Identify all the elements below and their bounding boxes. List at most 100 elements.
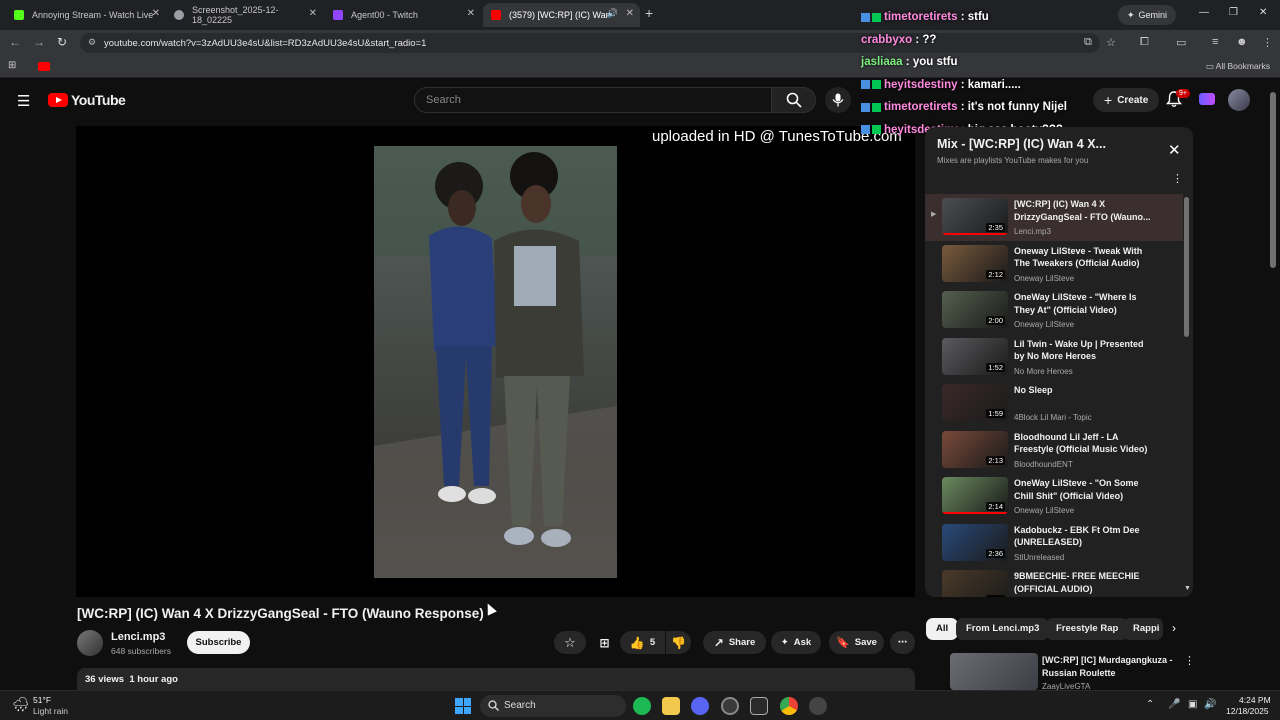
save-button[interactable]: 🔖 Save xyxy=(829,631,884,654)
tray-chevron-icon[interactable]: ⌃ xyxy=(1146,699,1154,710)
hamburger-menu-icon[interactable]: ☰ xyxy=(17,92,30,110)
mix-item[interactable]: 2:13 Bloodhound Lil Jeff - LA Freestyle (… xyxy=(925,427,1183,474)
tab-kick[interactable]: Annoying Stream - Watch Live ✕ xyxy=(6,3,166,27)
premium-icon[interactable] xyxy=(1199,93,1215,105)
chip-freestyle-rap[interactable]: Freestyle Rap xyxy=(1046,618,1129,640)
search-input[interactable]: Search xyxy=(414,87,772,113)
apps-grid-icon[interactable]: ⊞ xyxy=(8,60,16,71)
volume-icon[interactable]: 🔊 xyxy=(1204,699,1216,710)
microphone-tray-icon[interactable]: 🎤 xyxy=(1168,699,1180,710)
mix-item[interactable]: 1:59 No Sleep 4Block Lil Mari - Topic xyxy=(925,380,1183,427)
ask-button[interactable]: ✦ Ask xyxy=(771,631,821,654)
more-vert-icon[interactable]: ⋮ xyxy=(1172,172,1183,185)
mix-item-title[interactable]: Lil Twin - Wake Up | Presented by No Mor… xyxy=(1014,338,1156,363)
close-icon[interactable]: ✕ xyxy=(467,8,475,19)
spotify-icon[interactable] xyxy=(633,697,651,715)
maximize-icon[interactable]: ❐ xyxy=(1229,7,1238,18)
file-explorer-icon[interactable] xyxy=(662,697,680,715)
share-button[interactable]: ↗ Share xyxy=(703,631,766,654)
epic-games-icon[interactable] xyxy=(750,697,768,715)
mix-item[interactable]: 1:52 Lil Twin - Wake Up | Presented by No… xyxy=(925,334,1183,381)
chevron-right-icon[interactable]: › xyxy=(1172,621,1176,635)
close-icon[interactable]: ✕ xyxy=(152,8,160,19)
close-icon[interactable]: ✕ xyxy=(1168,141,1181,159)
more-actions-button[interactable]: ⋯ xyxy=(890,631,915,654)
chat-username[interactable]: timetoretirets xyxy=(884,101,958,113)
mix-item-title[interactable]: OneWay LilSteve - "On Some Chill Shit" (… xyxy=(1014,477,1156,502)
reload-icon[interactable]: ↻ xyxy=(57,35,67,49)
media-icon[interactable]: ≡ xyxy=(1212,36,1218,48)
chat-username[interactable]: timetoretirets xyxy=(884,11,958,23)
voice-search-button[interactable] xyxy=(825,87,851,113)
mix-item[interactable]: 2:36 Kadobuckz - EBK Ft Otm Dee (UNRELEAS… xyxy=(925,520,1183,567)
profile-icon[interactable]: ☻ xyxy=(1236,36,1248,48)
new-tab-button[interactable]: + xyxy=(645,5,653,21)
mix-item-title[interactable]: OneWay LilSteve - "Where Is They At" (Of… xyxy=(1014,291,1156,316)
windows-start-icon[interactable] xyxy=(455,698,471,714)
recommended-item[interactable]: [WC:RP] [IC] Murdagangkuza - Russian Rou… xyxy=(925,650,1193,691)
weather-rain-icon[interactable]: 🌧 xyxy=(12,696,30,713)
video-thumbnail[interactable]: 1:52 xyxy=(942,337,1008,375)
youtube-logo[interactable]: YouTube xyxy=(48,92,126,108)
youtube-bookmark-icon[interactable] xyxy=(38,62,50,71)
mix-title[interactable]: Mix - [WC:RP] (IC) Wan 4 X... xyxy=(937,137,1106,151)
mix-item-title[interactable]: Kadobuckz - EBK Ft Otm Dee (UNRELEASED) xyxy=(1014,524,1156,549)
mix-scrollbar[interactable] xyxy=(1184,197,1189,337)
gemini-button[interactable]: ✦ Gemini xyxy=(1118,5,1177,25)
site-info-icon[interactable]: ⚙ xyxy=(88,37,96,48)
tab-youtube[interactable]: (3579) [WC:RP] (IC) Wan 4 X 🔊 ✕ xyxy=(483,3,640,27)
mix-item-title[interactable]: Oneway LilSteve - Tweak With The Tweaker… xyxy=(1014,245,1156,270)
grid-button[interactable]: ⊞ xyxy=(591,631,618,654)
description-box[interactable]: 36 views 1 hour ago xyxy=(77,668,915,690)
video-thumbnail[interactable]: 2:13 xyxy=(942,430,1008,468)
video-thumbnail[interactable]: 2:14 xyxy=(942,477,1008,514)
chat-username[interactable]: heyitsdestiny xyxy=(884,79,958,91)
account-avatar[interactable] xyxy=(1228,89,1250,111)
clock-time[interactable]: 4:24 PM xyxy=(1239,695,1271,705)
search-button[interactable] xyxy=(771,87,816,113)
mix-item-title[interactable]: [WC:RP] (IC) Wan 4 X DrizzyGangSeal - FT… xyxy=(1014,198,1156,223)
chrome-icon[interactable] xyxy=(780,697,798,715)
video-thumbnail[interactable]: 2:00 xyxy=(942,291,1008,328)
mix-item[interactable]: 1:59 9BMEECHIE- FREE MEECHIE (OFFICIAL AU… xyxy=(925,566,1183,597)
network-icon[interactable]: ▣ xyxy=(1188,699,1197,710)
star-button[interactable]: ☆ xyxy=(554,631,586,654)
video-thumbnail[interactable]: 1:59 xyxy=(942,570,1008,597)
chip-rapping[interactable]: Rappi xyxy=(1123,618,1163,640)
close-icon[interactable]: ✕ xyxy=(626,8,634,19)
discord-icon[interactable] xyxy=(691,697,709,715)
close-icon[interactable]: ✕ xyxy=(309,8,317,19)
chat-username[interactable]: crabbyxo xyxy=(861,34,912,46)
mix-item-title[interactable]: Bloodhound Lil Jeff - LA Freestyle (Offi… xyxy=(1014,431,1156,456)
mix-item-title[interactable]: 9BMEECHIE- FREE MEECHIE (OFFICIAL AUDIO) xyxy=(1014,570,1156,595)
all-bookmarks-button[interactable]: ▭ All Bookmarks xyxy=(1206,61,1270,72)
channel-name[interactable]: Lenci.mp3 xyxy=(111,631,165,643)
like-button[interactable]: 👍 5 xyxy=(620,631,665,654)
video-thumbnail[interactable]: 2:36 xyxy=(942,523,1008,561)
close-window-icon[interactable]: ✕ xyxy=(1259,7,1267,18)
dislike-button[interactable]: 👎 xyxy=(666,631,691,654)
video-thumbnail[interactable]: 2:35 xyxy=(942,198,1008,235)
tab-twitch[interactable]: Agent00 - Twitch ✕ xyxy=(325,3,481,27)
tab-screenshot[interactable]: Screenshot_2025-12-18_02225 ✕ xyxy=(166,3,323,27)
scroll-down-icon[interactable]: ▼ xyxy=(1184,585,1191,592)
chip-all[interactable]: All xyxy=(926,618,959,640)
app-icon[interactable] xyxy=(809,697,827,715)
channel-avatar[interactable] xyxy=(77,630,103,656)
mix-item[interactable]: ▶ 2:35 [WC:RP] (IC) Wan 4 X DrizzyGangSeal… xyxy=(925,194,1183,241)
speaker-icon[interactable]: 🔊 xyxy=(607,8,618,19)
back-icon[interactable]: ← xyxy=(9,35,21,49)
video-thumbnail[interactable]: 2:12 xyxy=(942,244,1008,282)
video-thumbnail[interactable]: 1:59 xyxy=(942,384,1008,421)
mix-item[interactable]: 2:00 OneWay LilSteve - "Where Is They At"… xyxy=(925,287,1183,334)
subscribe-button[interactable]: Subscribe xyxy=(187,631,250,654)
minimize-icon[interactable]: — xyxy=(1199,7,1209,18)
menu-dots-icon[interactable]: ⋮ xyxy=(1262,36,1273,49)
mix-item[interactable]: 2:14 OneWay LilSteve - "On Some Chill Shi… xyxy=(925,473,1183,520)
recommended-title[interactable]: [WC:RP] [IC] Murdagangkuza - Russian Rou… xyxy=(1042,654,1182,679)
mix-item-title[interactable]: No Sleep xyxy=(1014,384,1156,397)
chat-username[interactable]: jasliaaa xyxy=(861,56,903,68)
steam-icon[interactable] xyxy=(721,697,739,715)
chip-from-channel[interactable]: From Lenci.mp3 xyxy=(956,618,1050,640)
taskbar-search-input[interactable]: Search xyxy=(480,695,626,717)
